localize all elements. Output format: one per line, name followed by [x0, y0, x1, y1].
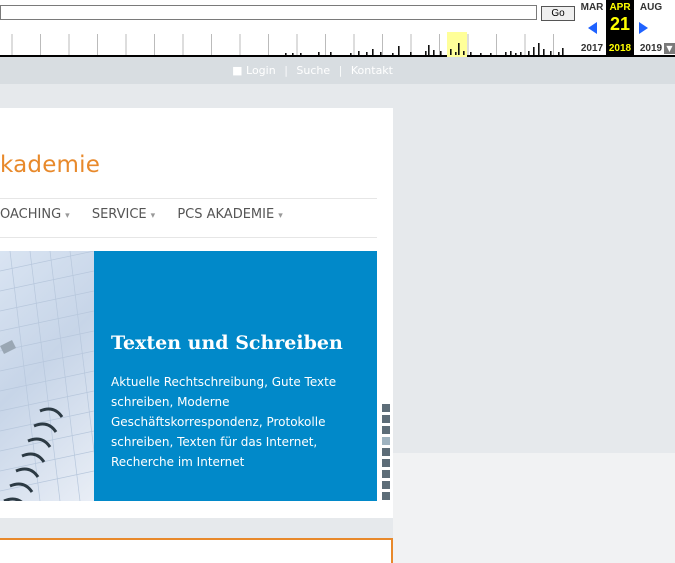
- slider-dot[interactable]: [382, 426, 390, 434]
- sparkline-bar: [350, 53, 352, 55]
- nav-item-pcs-akademie[interactable]: PCS AKADEMIE ▾: [177, 207, 282, 222]
- hero-slider[interactable]: Texten und Schreiben Aktuelle Rechtschre…: [0, 251, 377, 501]
- sparkline-bar: [358, 51, 360, 55]
- divider: [0, 198, 377, 199]
- sparkline-bar: [450, 49, 452, 55]
- sparkline-bar: [520, 52, 522, 55]
- login-link[interactable]: Login: [246, 64, 276, 77]
- featured-box: [0, 538, 393, 563]
- nav-label: SERVICE: [91, 207, 147, 222]
- sparkline-bar: [410, 52, 412, 55]
- nav-item-service[interactable]: SERVICE ▾: [92, 207, 155, 222]
- sparkline-bar: [458, 43, 460, 55]
- site-logo[interactable]: kademie: [0, 152, 100, 178]
- prev-month-label: MAR: [580, 2, 604, 13]
- slider-dot[interactable]: [382, 404, 390, 412]
- wayback-url-input[interactable]: [0, 5, 537, 20]
- page-background-lower: [393, 453, 675, 563]
- nav-item-coaching[interactable]: OACHING ▾: [0, 207, 70, 222]
- current-month-label: APR: [609, 2, 631, 13]
- hero-image-notebook: [0, 251, 94, 501]
- slider-dot[interactable]: [382, 481, 390, 489]
- separator: |: [338, 64, 343, 77]
- wayback-current-month: APR 21 2018: [606, 0, 634, 56]
- site-topbar: ■ Login | Suche | Kontakt: [0, 57, 675, 84]
- sparkline-bar: [318, 52, 320, 55]
- sparkline-bar: [463, 51, 465, 55]
- sparkline-bar: [510, 51, 512, 55]
- sparkline-bar: [440, 51, 442, 55]
- lock-icon: ■: [232, 64, 243, 77]
- prev-year-label: 2017: [580, 43, 604, 54]
- arrow-left-icon[interactable]: [588, 22, 597, 34]
- sparkline-bar: [455, 52, 457, 55]
- sparkline-bar: [515, 53, 517, 55]
- slider-pagination: [382, 404, 390, 503]
- slider-dot[interactable]: [382, 448, 390, 456]
- nav-label: OACHING: [0, 207, 62, 222]
- separator: |: [284, 64, 288, 77]
- sparkline-bar: [398, 46, 400, 55]
- next-year-label: 2019: [639, 43, 663, 54]
- next-month-label: AUG: [639, 2, 663, 13]
- sparkline-bar: [425, 51, 427, 55]
- sparkline-bar: [428, 45, 430, 55]
- dropdown-icon[interactable]: ▼: [664, 43, 675, 54]
- sparkline-bar: [470, 52, 472, 55]
- contact-link[interactable]: Kontakt: [351, 64, 393, 77]
- nav-label: PCS AKADEMIE: [177, 207, 275, 222]
- sparkline-bar: [528, 51, 530, 55]
- capture-sparkline[interactable]: [0, 24, 578, 57]
- wayback-toolbar: Go MAR 2017 APR 21 2018 AUG 2019 ▼: [0, 0, 675, 57]
- sparkline-bar: [562, 48, 564, 55]
- notebook-illustration: [0, 251, 94, 501]
- sparkline-bar: [490, 53, 492, 55]
- slider-dot-active[interactable]: [382, 437, 390, 445]
- hero-text-panel: Texten und Schreiben Aktuelle Rechtschre…: [94, 251, 377, 501]
- sparkline-bar: [285, 53, 287, 55]
- chevron-down-icon: ▾: [278, 211, 283, 221]
- hero-title: Texten und Schreiben: [111, 332, 343, 354]
- hero-description: Aktuelle Rechtschreibung, Gute Texte sch…: [111, 375, 337, 469]
- sparkline-bar: [550, 51, 552, 55]
- chevron-down-icon: ▾: [150, 211, 156, 221]
- slider-dot[interactable]: [382, 415, 390, 423]
- sparkline-bar: [366, 52, 368, 55]
- chevron-down-icon: ▾: [65, 211, 70, 221]
- sparkline-bar: [533, 47, 535, 55]
- wayback-go-button[interactable]: Go: [541, 6, 575, 21]
- topbar-links: ■ Login | Suche | Kontakt: [0, 57, 393, 84]
- sparkline-bar: [392, 53, 394, 55]
- arrow-right-icon[interactable]: [639, 22, 648, 34]
- search-link[interactable]: Suche: [296, 64, 330, 77]
- sparkline-bar: [505, 52, 507, 55]
- slider-dot[interactable]: [382, 459, 390, 467]
- sparkline-bar: [300, 53, 302, 55]
- sparkline-bar: [538, 43, 540, 55]
- sparkline-bar: [380, 52, 382, 55]
- current-day-label: 21: [609, 14, 631, 34]
- sparkline-bar: [480, 53, 482, 55]
- sparkline-bar: [543, 49, 545, 55]
- slider-dot[interactable]: [382, 492, 390, 500]
- sparkline-bar: [372, 49, 374, 55]
- main-navigation: OACHING ▾ SERVICE ▾ PCS AKADEMIE ▾: [0, 207, 301, 227]
- sparkline-bar: [433, 50, 435, 55]
- slider-dot[interactable]: [382, 470, 390, 478]
- sparkline-bar: [330, 52, 332, 55]
- sparkline-bar: [292, 53, 294, 55]
- divider: [0, 237, 377, 238]
- current-year-label: 2018: [608, 43, 632, 54]
- sparkline-bar: [558, 52, 560, 55]
